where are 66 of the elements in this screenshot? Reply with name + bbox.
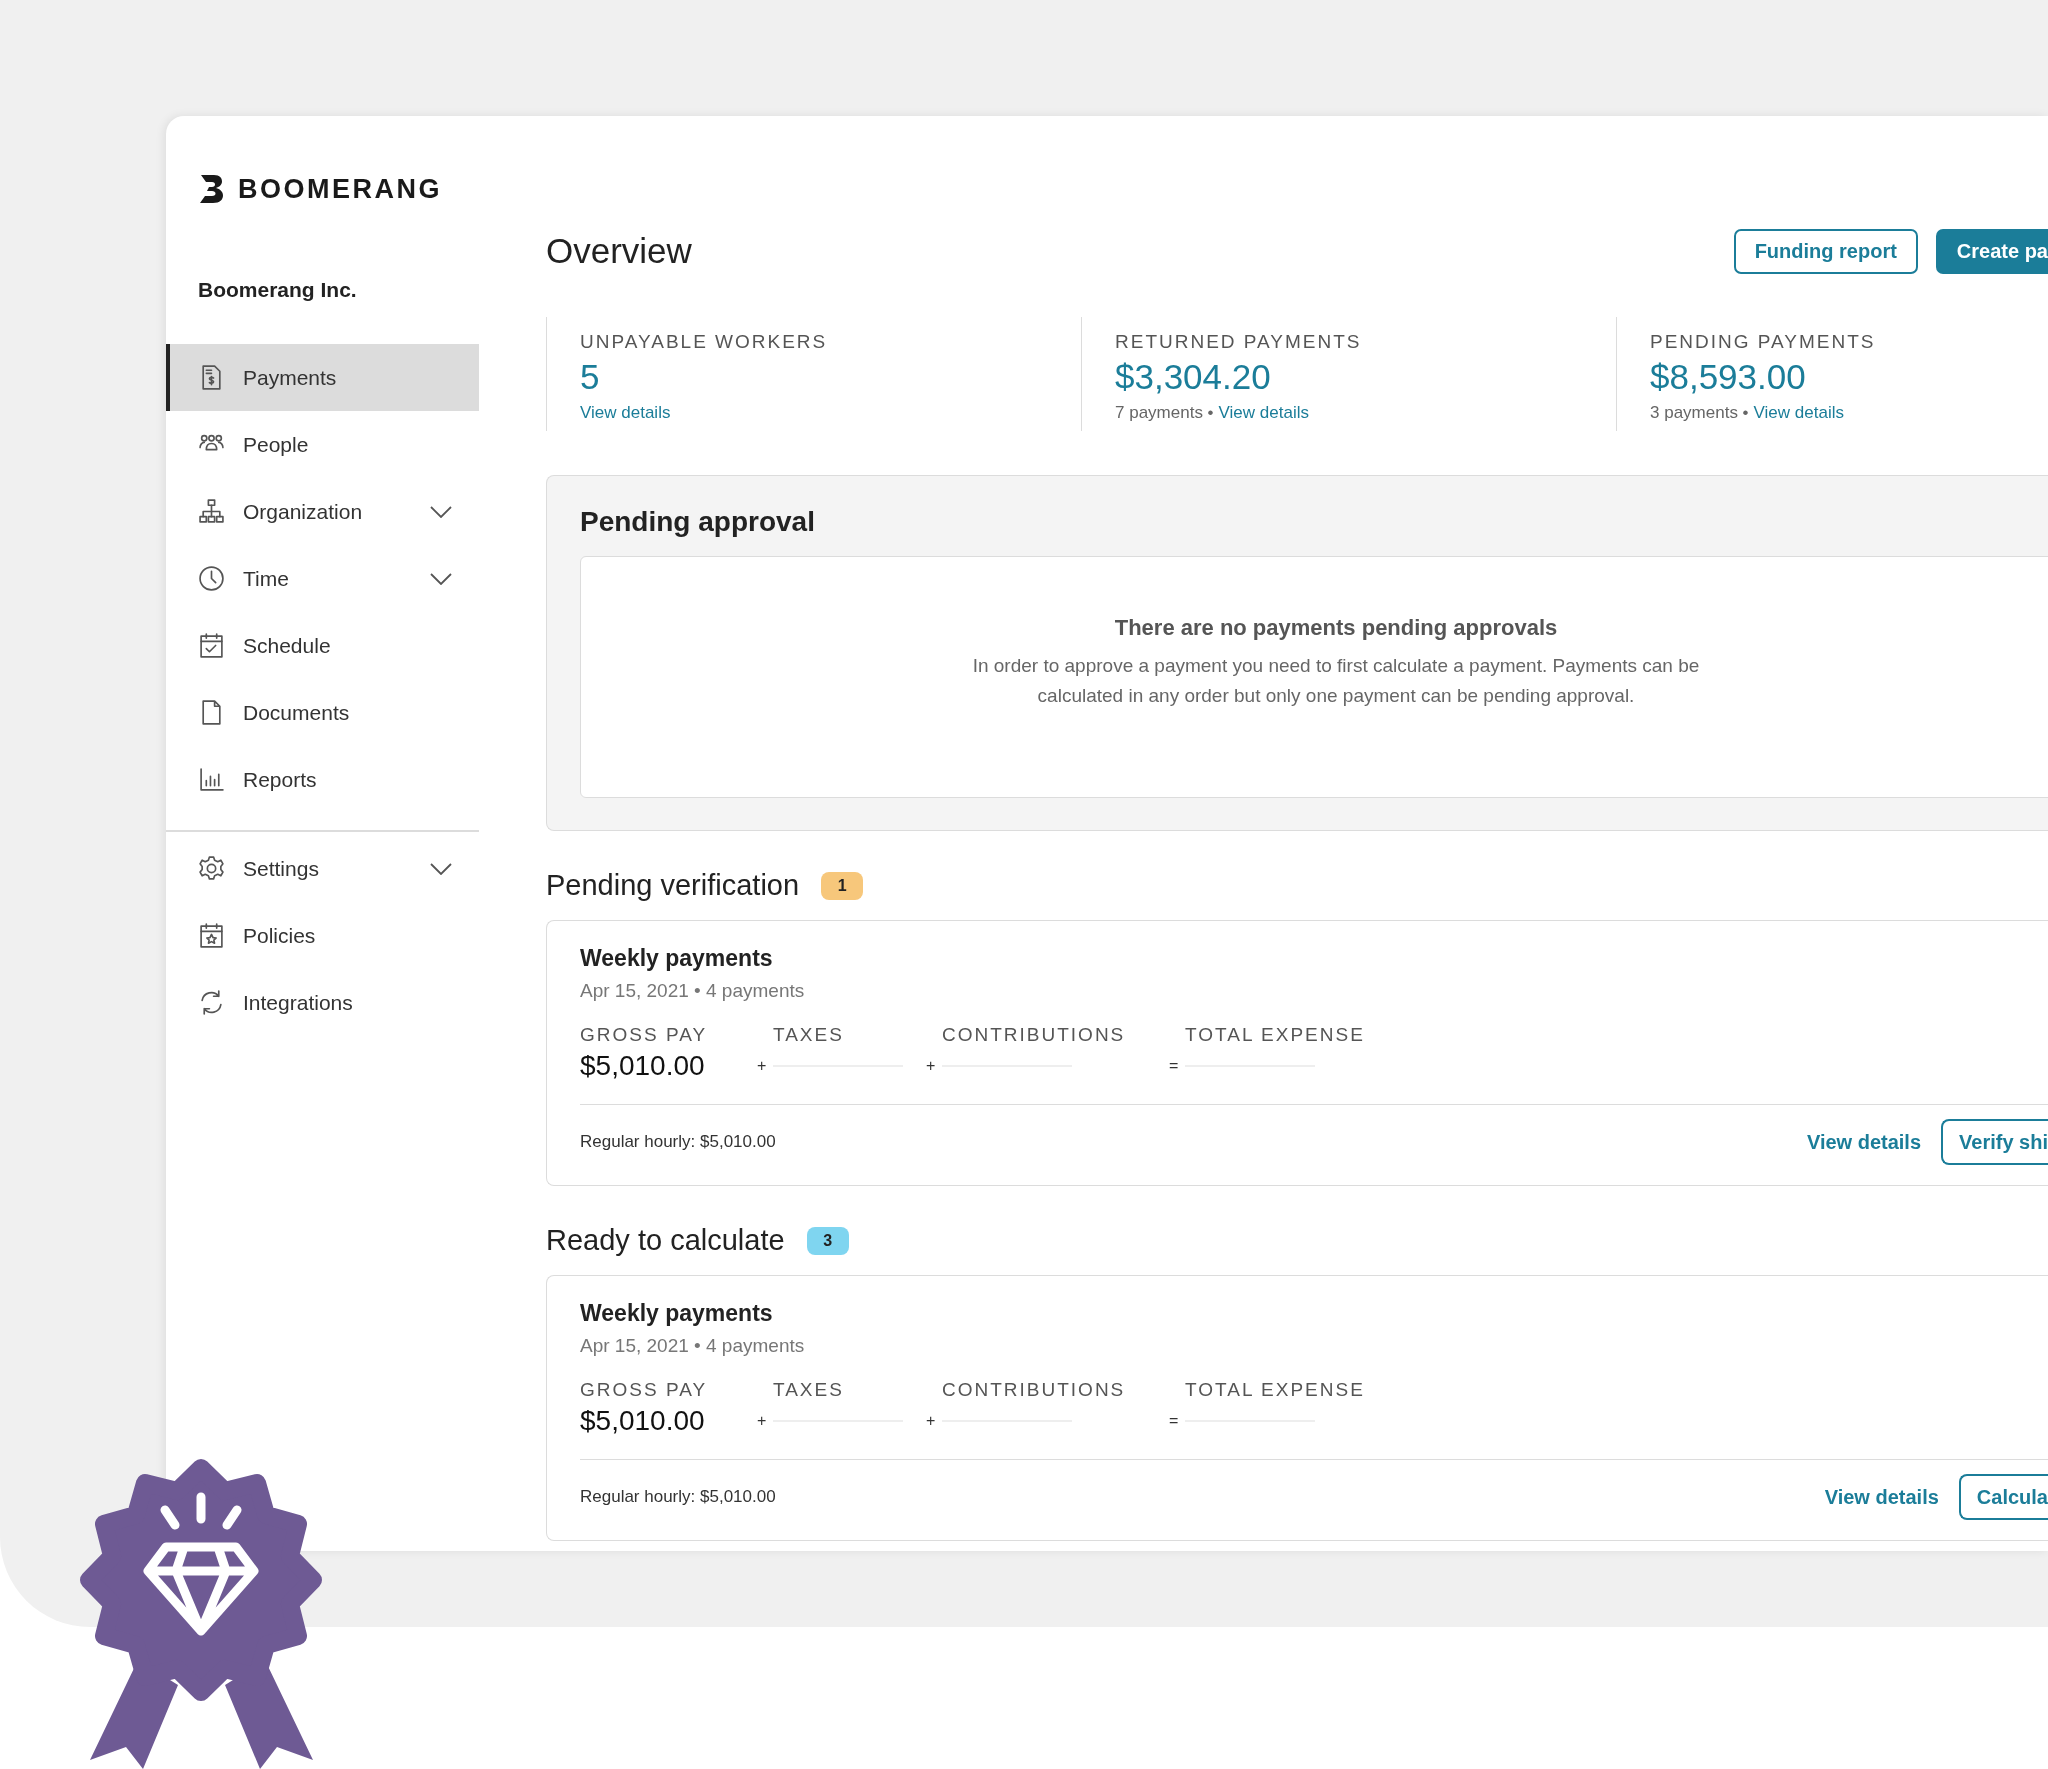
metric-value: $5,010.00 [580, 1050, 705, 1082]
card-title: Weekly payments [580, 1300, 773, 1327]
nav-item[interactable]: Integrations [166, 969, 479, 1036]
stat-label: UNPAYABLE WORKERS [580, 331, 828, 353]
metric-label: TAXES [773, 1379, 844, 1401]
stat-label: RETURNED PAYMENTS [1115, 331, 1362, 353]
card-subtitle: Apr 15, 2021 • 4 payments [580, 1335, 805, 1357]
logo-icon [198, 173, 226, 205]
stat-value: $8,593.00 [1650, 357, 1806, 397]
nav-item[interactable]: People [166, 411, 479, 478]
stat-note: 7 payments • [1115, 403, 1214, 423]
operator-sign: + [757, 1412, 768, 1430]
stat-value: 5 [580, 357, 600, 397]
operator-sign: + [757, 1057, 768, 1075]
stat-note: 3 payments • [1650, 403, 1749, 423]
metric-label: CONTRIBUTIONS [942, 1379, 1126, 1401]
operator-sign: = [1169, 1057, 1180, 1075]
metric-label: CONTRIBUTIONS [942, 1024, 1126, 1046]
operator-sign: = [1169, 1412, 1180, 1430]
view-details-link[interactable]: View details [1824, 1485, 1939, 1509]
company-name: Boomerang Inc. [198, 278, 357, 302]
stat-value: $3,304.20 [1115, 357, 1271, 397]
card-title: Weekly payments [580, 945, 773, 972]
org-chart-icon [198, 498, 225, 525]
view-details-link[interactable]: View details [1806, 1130, 1922, 1154]
page-title: Overview [546, 231, 693, 271]
nav-item[interactable]: Policies [166, 902, 479, 969]
metric-value: $5,010.00 [580, 1405, 705, 1437]
secondary-button[interactable]: Funding report [1733, 228, 1918, 274]
action-button[interactable]: Calcula [1958, 1474, 2048, 1520]
nav-item[interactable]: Schedule [166, 612, 479, 679]
section-title: Pending approval [580, 506, 815, 538]
action-button[interactable]: Verify shi [1941, 1119, 2048, 1165]
operator-sign: + [926, 1057, 937, 1075]
nav-item[interactable]: Organization [166, 478, 479, 545]
view-details-link[interactable]: View details [1218, 403, 1309, 423]
view-details-link[interactable]: View details [1753, 403, 1844, 423]
operator-sign: + [926, 1412, 937, 1430]
pay-breakdown: Regular hourly: $5,010.00 [580, 1132, 777, 1152]
nav-item[interactable]: Settings [166, 835, 479, 902]
brand-name: BOOMERANG [238, 173, 442, 205]
metric-label: GROSS PAY [580, 1024, 708, 1046]
calendar-check-icon [198, 632, 225, 659]
section-title: Pending verification [546, 869, 800, 902]
nav-item[interactable]: Time [166, 545, 479, 612]
metric-label: TOTAL EXPENSE [1185, 1024, 1365, 1046]
empty-state-title: There are no payments pending approvals [1114, 614, 1558, 641]
section-title: Ready to calculate [546, 1224, 785, 1257]
card-subtitle: Apr 15, 2021 • 4 payments [580, 980, 805, 1002]
stat-label: PENDING PAYMENTS [1650, 331, 1876, 353]
bar-chart-icon [198, 766, 225, 793]
empty-state-text: In order to approve a payment you need to first calculate a payment. Payments can be calculated in any order but only one payment can be pending approval. [971, 653, 1701, 708]
metric-label: TOTAL EXPENSE [1185, 1379, 1365, 1401]
nav-item[interactable]: Payments [166, 344, 479, 411]
nav-item[interactable]: Reports [166, 746, 479, 813]
clock-icon [198, 565, 225, 592]
sync-icon [198, 989, 225, 1016]
primary-button[interactable]: Create pa [1935, 228, 2048, 274]
count-badge: 1 [821, 871, 864, 900]
nav-item[interactable]: Documents [166, 679, 479, 746]
view-details-link[interactable]: View details [580, 403, 671, 423]
metric-label: GROSS PAY [580, 1379, 708, 1401]
metric-label: TAXES [773, 1024, 844, 1046]
pay-breakdown: Regular hourly: $5,010.00 [580, 1487, 777, 1507]
gear-icon [198, 855, 225, 882]
count-badge: 3 [806, 1226, 849, 1255]
